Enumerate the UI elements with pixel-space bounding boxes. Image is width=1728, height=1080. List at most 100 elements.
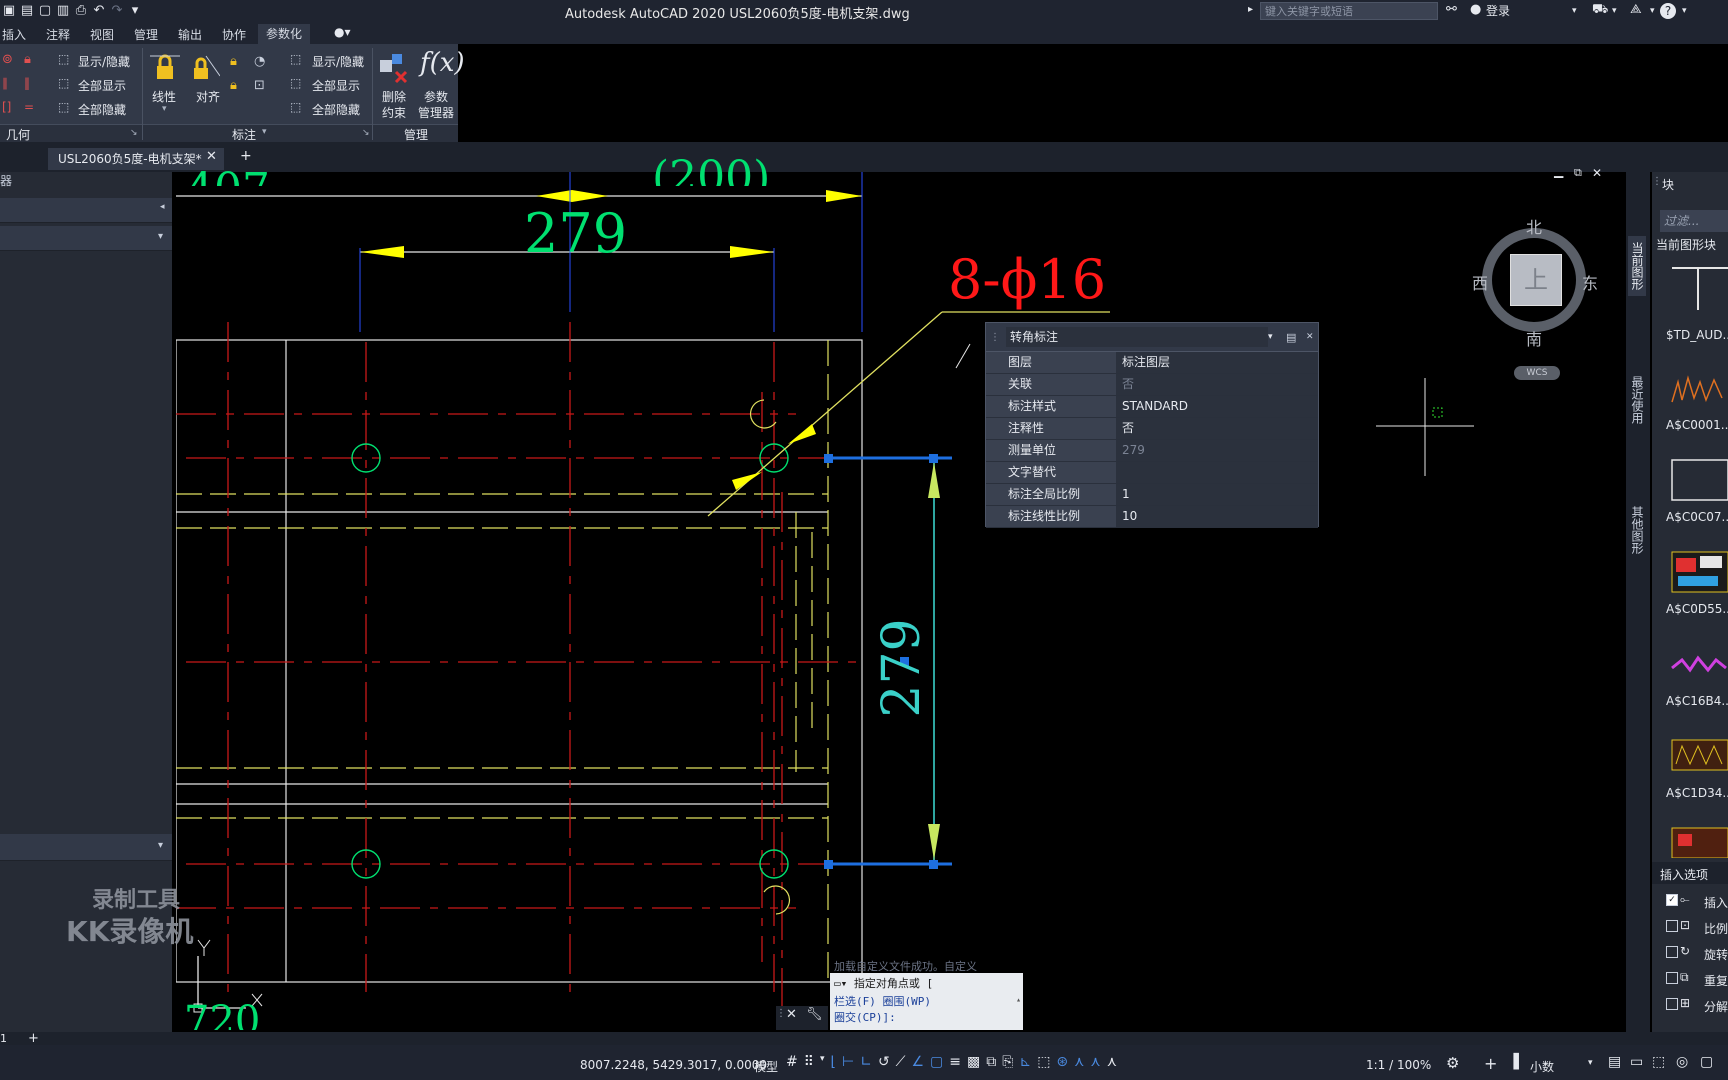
drawing-svg[interactable]	[176, 172, 1622, 1030]
auto-scale-icon[interactable]: ⋏	[1090, 1054, 1100, 1076]
dynamic-ucs-icon[interactable]: ⊾	[1019, 1054, 1031, 1076]
customize-icon[interactable]: ▤	[1286, 331, 1302, 344]
dimension-panel-launcher-icon[interactable]: ↘	[362, 128, 370, 138]
ortho-icon[interactable]: ∟	[860, 1054, 872, 1076]
hardware-acceleration-icon[interactable]: ◎	[1676, 1054, 1688, 1070]
property-row[interactable]: 注释性否	[986, 418, 1318, 440]
dim-text-279-vertical[interactable]: 279	[872, 618, 932, 718]
dim-text-partial-right[interactable]: (200)	[652, 150, 770, 186]
document-tab-label[interactable]: USL2060负5度-电机支架*	[58, 150, 202, 170]
annotation-monitor-icon[interactable]: +	[1484, 1054, 1497, 1073]
option-label[interactable]: 分解	[1704, 998, 1728, 1015]
tab-output[interactable]: 输出	[178, 26, 202, 43]
block-name[interactable]: A$C0C07...	[1666, 510, 1728, 524]
option-checkbox[interactable]	[1666, 972, 1678, 984]
diameter-dim-icon[interactable]: 🔒︎	[230, 78, 237, 93]
tab-other-drawings[interactable]: 其他图形	[1628, 500, 1646, 560]
lock-ui-icon[interactable]: ▭	[1630, 1054, 1643, 1070]
isolate-objects-icon[interactable]: ⬚	[1652, 1054, 1665, 1070]
add-layout-icon[interactable]: +	[28, 1031, 39, 1046]
undo-icon[interactable]: ↶	[92, 4, 106, 18]
ribbon-options-icon[interactable]: ●▾	[334, 25, 351, 39]
symmetric-constraint-icon[interactable]: []	[2, 100, 11, 114]
option-checkbox[interactable]	[1666, 946, 1678, 958]
lineweight-icon[interactable]: ≡	[949, 1054, 961, 1076]
dropdown-arrow-icon[interactable]: ▾	[158, 840, 163, 851]
command-expand-icon[interactable]: ▴	[1016, 995, 1021, 1004]
dim-hide-all-button[interactable]: 全部隐藏	[312, 101, 360, 118]
property-value[interactable]: 否	[1116, 374, 1318, 395]
wcs-menu[interactable]: WCS	[1514, 366, 1560, 380]
property-value[interactable]: 标注图层	[1116, 352, 1318, 373]
angular-dim-icon[interactable]: 🔒︎	[230, 54, 237, 69]
block-thumbnail[interactable]	[1668, 262, 1728, 312]
new-icon[interactable]: ▢	[38, 4, 52, 18]
viewcube-top-face[interactable]: 上	[1510, 254, 1562, 306]
block-name[interactable]: A$C0001...	[1666, 418, 1728, 432]
tab-current-drawing[interactable]: 当前图形	[1628, 236, 1646, 296]
save-icon[interactable]: ▣	[2, 4, 16, 18]
block-name[interactable]: A$C1D34...	[1666, 786, 1728, 800]
transparency-icon[interactable]: ▩	[967, 1054, 980, 1076]
left-palette-dropdown-2[interactable]	[0, 834, 172, 861]
app-dropdown-icon[interactable]: ▾	[1650, 6, 1655, 16]
command-line-3[interactable]: 圈交(CP)]:	[830, 1009, 1023, 1025]
dim-text-partial-left[interactable]: 407	[186, 150, 270, 186]
block-name[interactable]: $TD_AUD...	[1666, 328, 1728, 342]
property-row[interactable]: 标注线性比例 10	[986, 506, 1318, 528]
dimension-panel-label[interactable]: 标注	[232, 126, 256, 143]
search-expand-icon[interactable]: ▸	[1248, 4, 1253, 15]
viewcube-north[interactable]: 北	[1526, 214, 1542, 238]
isodraft-icon[interactable]: ⟋	[896, 1054, 906, 1076]
viewcube-south[interactable]: 南	[1526, 326, 1542, 350]
block-filter-input[interactable]: 过滤...	[1660, 210, 1728, 232]
property-value[interactable]: 10	[1116, 506, 1318, 527]
block-thumbnail[interactable]	[1668, 548, 1728, 598]
option-checkbox[interactable]	[1666, 998, 1678, 1010]
dim-show-hide-button[interactable]: 显示/隐藏	[312, 53, 364, 70]
geometry-panel-launcher-icon[interactable]: ↘	[130, 128, 138, 138]
tab-manage[interactable]: 管理	[134, 26, 158, 43]
property-row[interactable]: 关联否	[986, 374, 1318, 396]
login-dropdown-icon[interactable]: ▾	[1572, 6, 1577, 16]
linear-dim-dropdown-icon[interactable]: ▾	[162, 104, 167, 114]
viewcube-east[interactable]: 东	[1582, 270, 1598, 294]
property-value[interactable]: 279	[1116, 440, 1318, 461]
layout-tab[interactable]: 1	[0, 1032, 7, 1045]
units-dropdown-icon[interactable]: ▾	[1588, 1058, 1593, 1068]
perpendicular-constraint-icon[interactable]: ‖	[24, 76, 30, 90]
minimize-viewport-icon[interactable]: ▁	[1554, 164, 1563, 178]
dim-text-partial-bottom[interactable]: 720	[184, 996, 260, 1030]
grip[interactable]	[824, 860, 833, 869]
redo-icon[interactable]: ↷	[110, 4, 124, 18]
block-thumbnail[interactable]	[1668, 640, 1728, 690]
qat-dropdown-icon[interactable]: ▾	[128, 4, 142, 18]
gizmo-icon[interactable]: ⊛	[1056, 1054, 1068, 1076]
property-row[interactable]: 文字替代	[986, 462, 1318, 484]
command-close-icon[interactable]: ✕	[786, 1007, 797, 1022]
option-label[interactable]: 旋转	[1704, 946, 1728, 963]
cart-dropdown-icon[interactable]: ▾	[1612, 6, 1617, 16]
dropdown-arrow-icon[interactable]: ▾	[158, 231, 163, 242]
left-palette-row[interactable]	[0, 198, 172, 223]
equal-constraint-icon[interactable]: =	[24, 100, 34, 114]
tab-annotate[interactable]: 注释	[46, 26, 70, 43]
grip[interactable]	[824, 454, 833, 463]
property-row[interactable]: 测量单位 279	[986, 440, 1318, 462]
tab-view[interactable]: 视图	[90, 26, 114, 43]
command-customize-icon[interactable]: 🔧︎	[806, 1007, 823, 1022]
restore-viewport-icon[interactable]: ⧉	[1574, 166, 1582, 180]
property-value[interactable]: 否	[1116, 418, 1318, 439]
snap-icon[interactable]: ⠿	[804, 1054, 814, 1076]
command-line[interactable]: ▭▾ 指定对角点或 [ 栏选(F) 圈围(WP) 圈交(CP)]: ▴	[830, 973, 1023, 1030]
geo-hide-all-button[interactable]: 全部隐藏	[78, 101, 126, 118]
parallel-constraint-icon[interactable]: ∥	[2, 76, 8, 90]
palette-grip-icon[interactable]: ⋮	[1652, 176, 1662, 187]
object-snap-icon[interactable]: ▢	[930, 1054, 943, 1076]
units-selector[interactable]: 小数	[1530, 1058, 1554, 1075]
infer-constraints-icon[interactable]: ⌊	[831, 1054, 836, 1076]
option-label[interactable]: 重复	[1704, 972, 1728, 989]
dim-show-all-button[interactable]: 全部显示	[312, 77, 360, 94]
dim-text-279-horizontal[interactable]: 279	[524, 202, 627, 265]
palette-grip-icon[interactable]: ⋮	[990, 332, 1002, 343]
